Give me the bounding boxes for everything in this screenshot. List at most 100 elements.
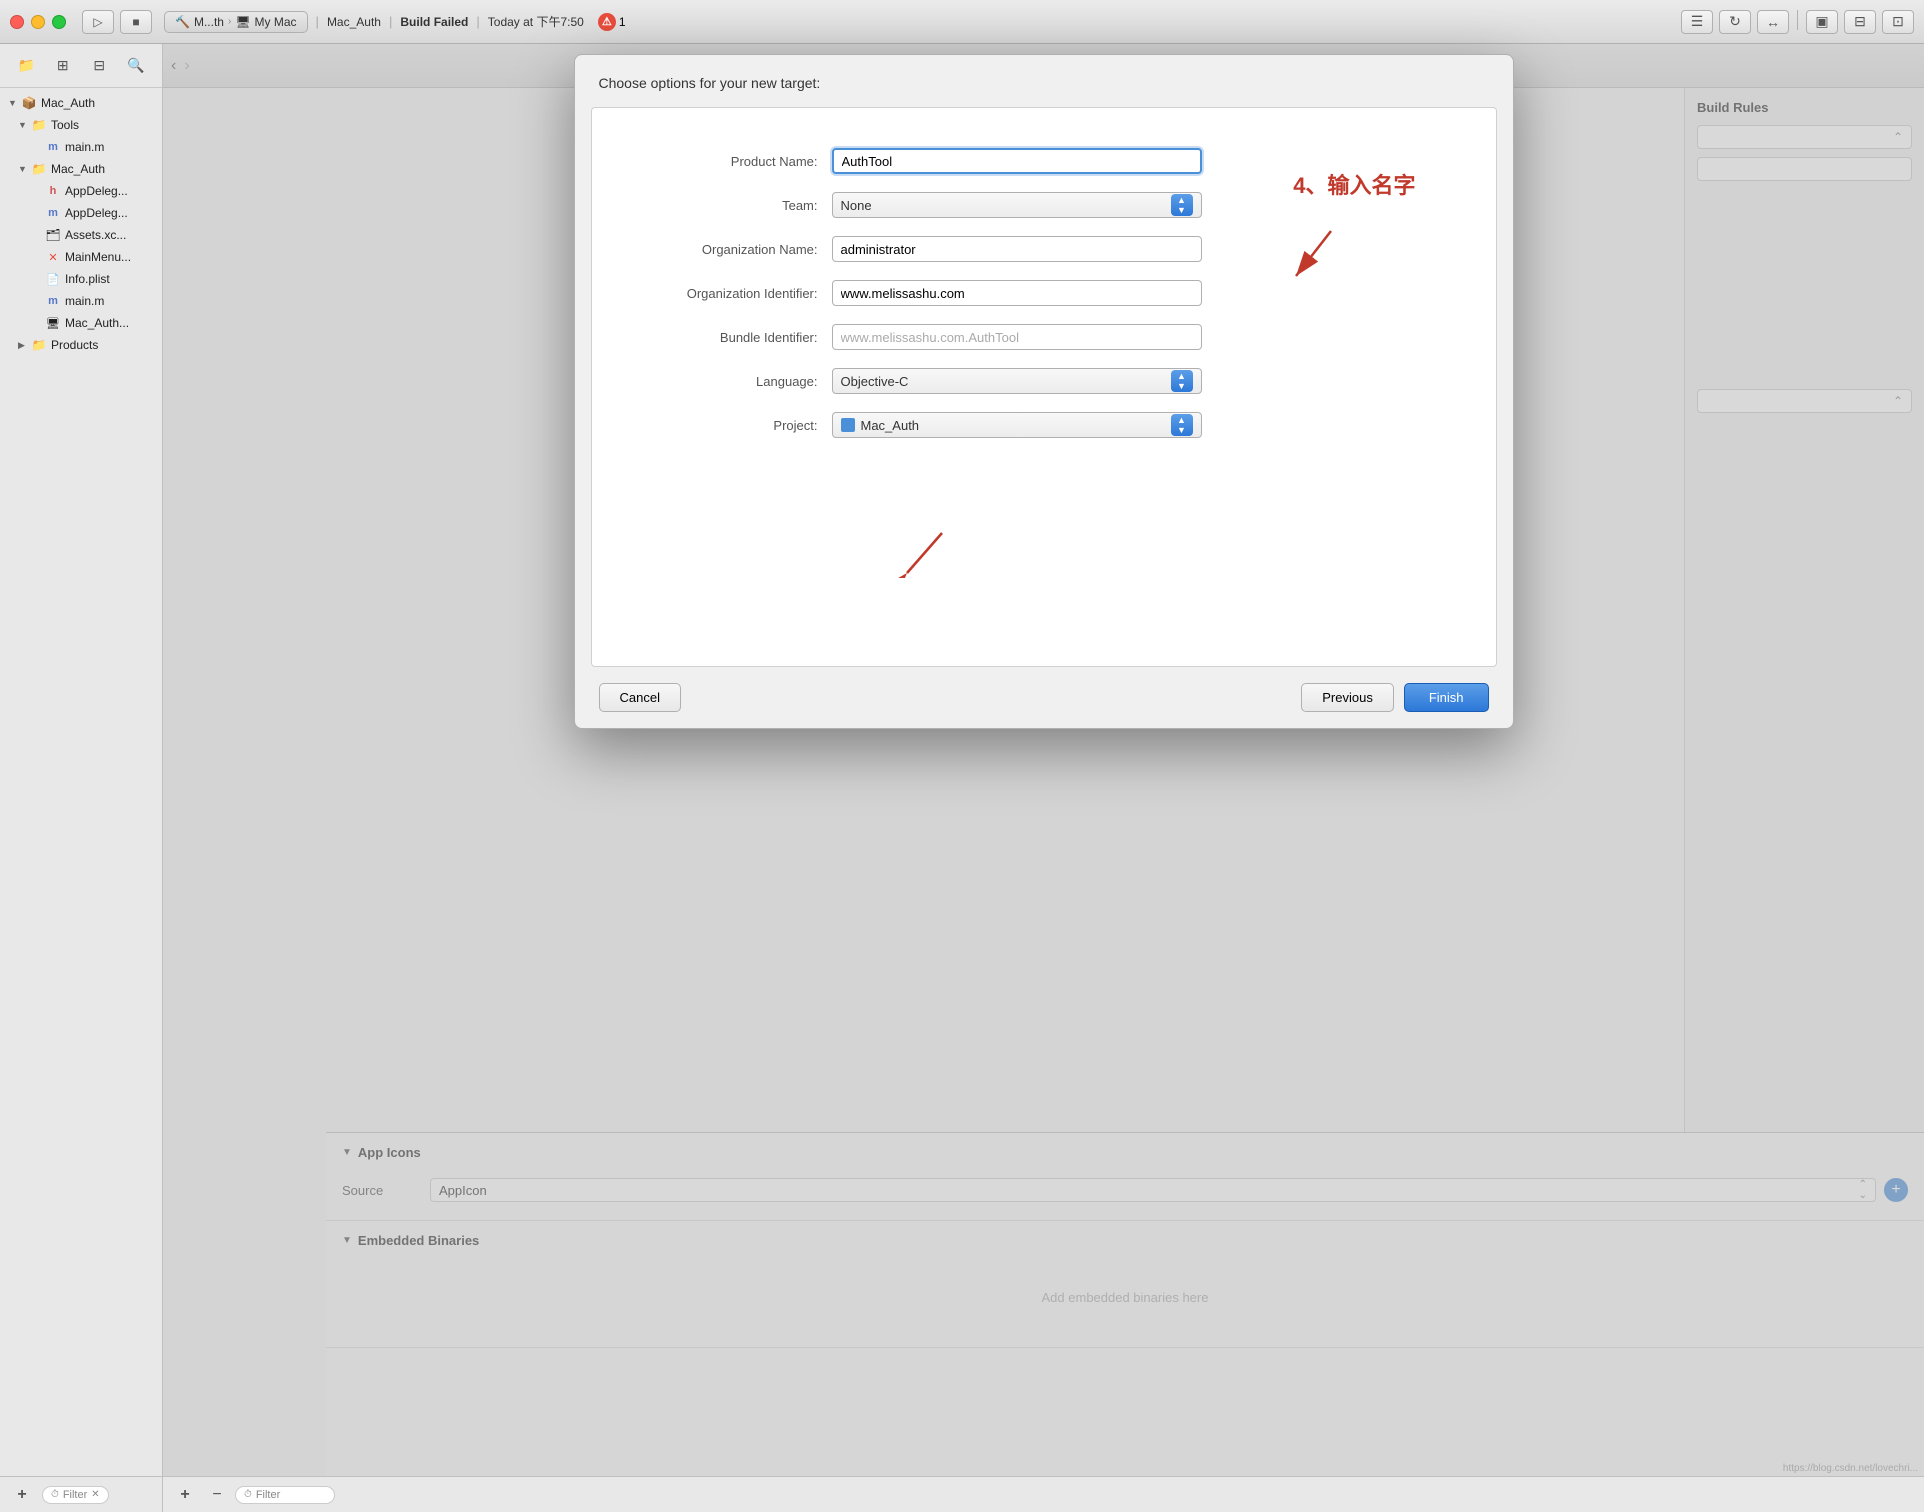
folder-icon: 📁 [31,161,47,177]
team-label: Team: [612,198,832,213]
sidebar-item-main-m[interactable]: ▶ m main.m [0,290,162,312]
sidebar-item-mac-auth-target[interactable]: ▶ 🖥 Mac_Auth... [0,312,162,334]
project-select-text: Mac_Auth [861,418,920,433]
annotation-arrow [1281,226,1341,286]
sidebar-btn-new[interactable]: 📁 [12,52,40,80]
stop-button[interactable]: ■ [120,10,152,34]
org-name-input[interactable] [832,236,1202,262]
sidebar-item-label: Tools [51,118,79,132]
project-select-arrows: ▲ ▼ [1171,414,1193,436]
team-select[interactable]: None ▲ ▼ [832,192,1202,218]
layout-btn2[interactable]: ⊟ [1844,10,1876,34]
bottom-add-button[interactable]: + [171,1481,199,1509]
maximize-button[interactable] [52,15,66,29]
annotation-arrow2 [897,528,947,578]
arrow-icon: ▼ [18,164,28,174]
bottom-toolbar-left: + − ⏱ Filter [171,1481,335,1509]
sidebar-btn-grid[interactable]: ⊞ [49,52,77,80]
sidebar-btn-search[interactable]: 🔍 [122,52,150,80]
org-name-row: Organization Name: [612,236,1476,262]
project-label: Project: [612,418,832,433]
sidebar-filter[interactable]: ⏱ Filter ✕ [42,1486,109,1504]
refresh-button[interactable]: ↻ [1719,10,1751,34]
sidebar-item-label: Mac_Auth [41,96,95,110]
project-file-icon [841,418,855,432]
titlebar-controls: ▷ ■ [82,10,152,34]
sidebar-item-appdelegate-m[interactable]: ▶ m AppDeleg... [0,202,162,224]
org-identifier-row: Organization Identifier: [612,280,1476,306]
menu-button[interactable]: ☰ [1681,10,1713,34]
sidebar-item-mainmenu[interactable]: ▶ ✕ MainMenu... [0,246,162,268]
org-identifier-input[interactable] [832,280,1202,306]
titlebar-separator1: | [316,14,319,29]
filter-clear-icon: ✕ [91,1489,99,1500]
team-select-value: None [841,198,1171,213]
build-time: Today at 下午7:50 [488,13,584,30]
back-forward-button[interactable]: ↔ [1757,10,1789,34]
bundle-identifier-input [832,324,1202,350]
path-chevron: › [228,16,231,27]
add-file-button[interactable]: + [8,1481,36,1509]
center-panel: ‹ › Build Rules ⌃ ⌃ [163,44,1924,1512]
cancel-button[interactable]: Cancel [599,683,681,712]
folder-icon: 📁 [31,117,47,133]
previous-button[interactable]: Previous [1301,683,1394,712]
close-button[interactable] [10,15,24,29]
dialog-title: Choose options for your new target: [599,75,821,91]
traffic-lights [10,15,66,29]
sidebar-item-mac-auth[interactable]: ▼ 📦 Mac_Auth [0,92,162,114]
build-status: Build Failed [400,15,468,29]
titlebar: ▷ ■ 🔨 M...th › 🖥 My Mac | Mac_Auth | Bui… [0,0,1924,44]
minimize-button[interactable] [31,15,45,29]
team-select-arrows: ▲ ▼ [1171,194,1193,216]
watermark: https://blog.csdn.net/lovechri... [1777,1461,1924,1476]
sidebar-item-main-m-tools[interactable]: ▶ m main.m [0,136,162,158]
bottom-filter[interactable]: ⏱ Filter [235,1486,335,1504]
sidebar-item-mac-auth-group[interactable]: ▼ 📁 Mac_Auth [0,158,162,180]
dialog-overlay: Choose options for your new target: 4、输入… [163,44,1924,1512]
project-row: Project: Mac_Auth ▲ ▼ [612,412,1476,438]
layout-btn3[interactable]: ⊡ [1882,10,1914,34]
language-select-value: Objective-C [841,374,1171,389]
finish-button[interactable]: Finish [1404,683,1489,712]
project-select-value: Mac_Auth [841,418,1171,433]
sidebar-item-label: Info.plist [65,272,110,286]
bottom-minus-button[interactable]: − [203,1481,231,1509]
sidebar-item-assets[interactable]: ▶ 🗂 Assets.xc... [0,224,162,246]
org-identifier-label: Organization Identifier: [612,286,832,301]
project-select[interactable]: Mac_Auth ▲ ▼ [832,412,1202,438]
annotation-text: 4、输入名字 [1293,168,1415,200]
sidebar-bottom: + ⏱ Filter ✕ [0,1476,162,1512]
sidebar-tree: ▼ 📦 Mac_Auth ▼ 📁 Tools ▶ m main.m ▼ 📁 Ma… [0,88,162,1476]
layout-btn1[interactable]: ▣ [1806,10,1838,34]
bottom-filter-label: Filter [256,1489,280,1501]
project-icon: 📦 [21,95,37,111]
sidebar-item-tools[interactable]: ▼ 📁 Tools [0,114,162,136]
asset-icon: 🗂 [45,227,61,243]
rewind-button[interactable]: ▷ [82,10,114,34]
sidebar-item-products[interactable]: ▶ 📁 Products [0,334,162,356]
error-badge[interactable]: ⚠ 1 [598,13,626,31]
folder-icon: 📁 [31,337,47,353]
language-select[interactable]: Objective-C ▲ ▼ [832,368,1202,394]
sidebar-item-appdelegate-h[interactable]: ▶ h AppDeleg... [0,180,162,202]
project-path-part2: My Mac [255,15,297,29]
sidebar-item-info-plist[interactable]: ▶ 📄 Info.plist [0,268,162,290]
target-icon: 🖥 [45,315,61,331]
language-row: Language: Objective-C ▲ ▼ [612,368,1476,394]
xcode-icon: 🔨 [175,15,190,29]
xib-icon: ✕ [45,249,61,265]
titlebar-right-buttons: ☰ ↻ ↔ ▣ ⊟ ⊡ [1681,10,1914,34]
sidebar-btn-hierarchy[interactable]: ⊟ [85,52,113,80]
bundle-identifier-row: Bundle Identifier: [612,324,1476,350]
sidebar-item-label: Mac_Auth... [65,316,129,330]
titlebar-path[interactable]: 🔨 M...th › 🖥 My Mac [164,11,308,33]
sidebar-item-label: AppDeleg... [65,184,128,198]
main-layout: 📁 ⊞ ⊟ 🔍 ▼ 📦 Mac_Auth ▼ 📁 Tools ▶ m main. [0,44,1924,1512]
sidebar-item-label: main.m [65,140,104,154]
error-count: 1 [619,15,626,29]
product-name-input[interactable] [832,148,1202,174]
sidebar-toolbar: 📁 ⊞ ⊟ 🔍 [0,44,162,88]
dialog-footer: Cancel Previous Finish [575,667,1513,728]
bundle-identifier-label: Bundle Identifier: [612,330,832,345]
